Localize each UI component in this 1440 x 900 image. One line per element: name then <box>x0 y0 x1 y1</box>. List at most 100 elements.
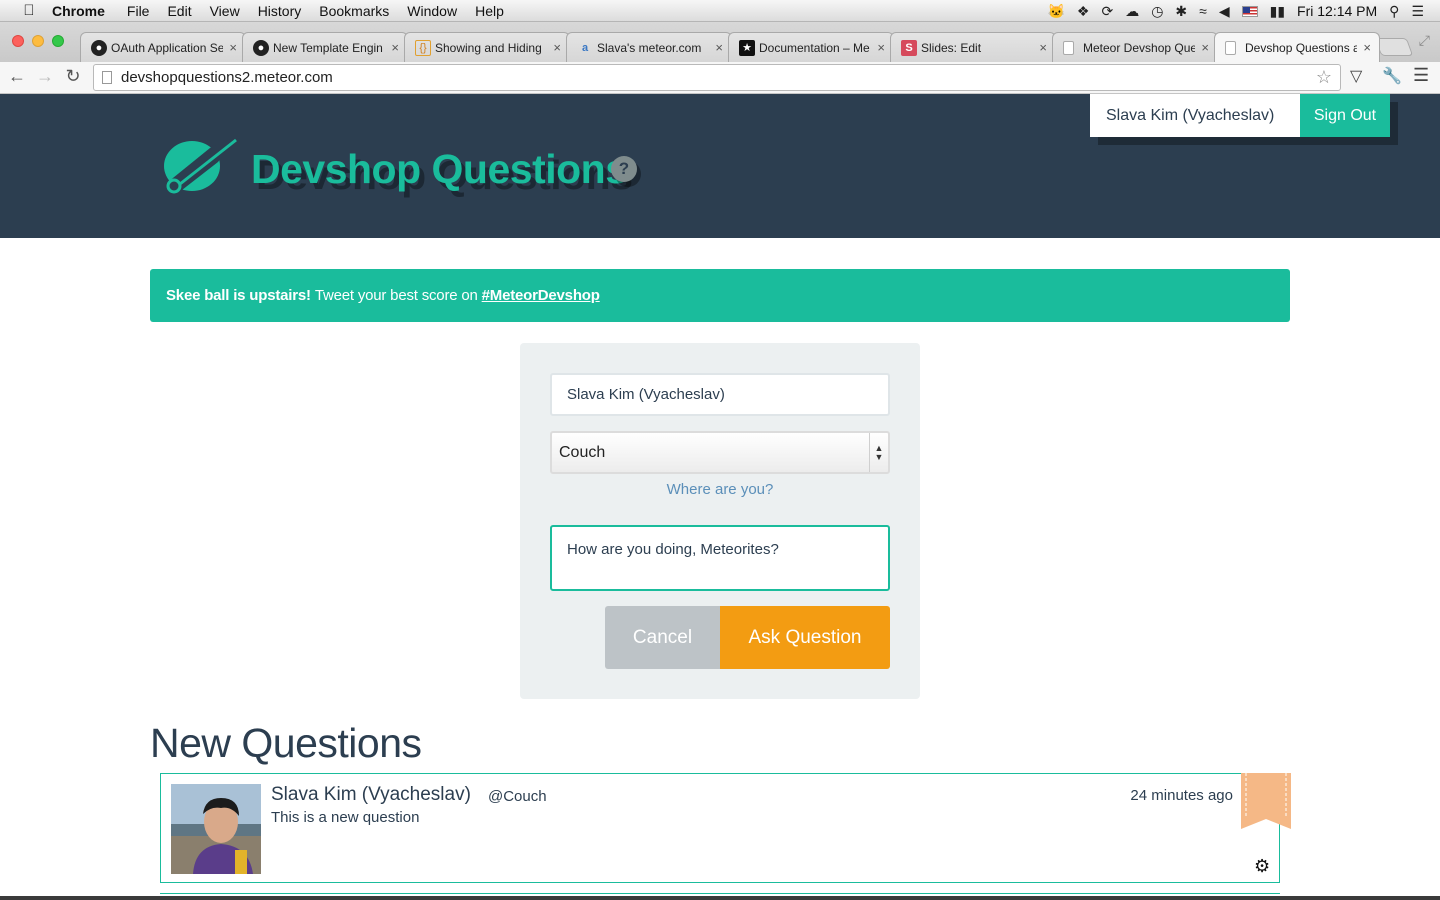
cloud-icon[interactable]: ☁ <box>1125 3 1139 20</box>
menu-window[interactable]: Window <box>407 3 457 19</box>
browser-tab-active[interactable]: Devshop Questions a × <box>1214 32 1380 62</box>
tab-label: Slava's meteor.com <box>597 40 702 55</box>
tab-label: Documentation – Me <box>759 40 870 55</box>
bluetooth-icon[interactable]: ✱ <box>1175 3 1187 20</box>
tab-close-icon[interactable]: × <box>229 40 237 55</box>
browser-tab[interactable]: ★ Documentation – Me × <box>728 32 894 62</box>
ask-question-form: Slava Kim (Vyacheslav) Couch ▲ ▼ Where ar… <box>520 343 920 699</box>
location-selected-value: Couch <box>559 443 606 461</box>
select-arrows-icon: ▲ ▼ <box>869 433 888 472</box>
close-window-button[interactable] <box>12 35 24 47</box>
status-area: 🐱 ❖ ⟳ ☁ ◷ ✱ ≈ ◀ ▮▮ Fri 12:14 PM ⚲ ☰ <box>1047 0 1424 22</box>
browser-tab[interactable]: ● OAuth Application Se × <box>80 32 246 62</box>
braces-icon: {} <box>415 39 431 56</box>
rocket-logo-icon[interactable] <box>160 136 240 196</box>
menu-file[interactable]: File <box>127 3 150 19</box>
notification-center-icon[interactable]: ☰ <box>1411 3 1424 20</box>
zoom-window-button[interactable] <box>52 35 64 47</box>
avatar <box>171 784 261 874</box>
browser-tab-strip: ● OAuth Application Se × ● New Template … <box>0 22 1440 62</box>
window-bottom-edge <box>0 896 1440 900</box>
tab-close-icon[interactable]: × <box>553 40 561 55</box>
menu-edit[interactable]: Edit <box>167 3 191 19</box>
meteor-icon: ★ <box>739 39 755 56</box>
user-name: Slava Kim (Vyacheslav) <box>1090 94 1300 137</box>
tab-label: Slides: Edit <box>921 40 982 55</box>
reload-icon[interactable]: ↻ <box>62 66 84 87</box>
spotlight-search-icon[interactable]: ⚲ <box>1389 3 1399 20</box>
hashtag-link[interactable]: #MeteorDevshop <box>482 287 600 304</box>
page-icon <box>1225 40 1236 55</box>
user-box: Slava Kim (Vyacheslav) Sign Out <box>1090 94 1390 137</box>
menu-help[interactable]: Help <box>475 3 504 19</box>
browser-tab[interactable]: Meteor Devshop Que × <box>1052 32 1218 62</box>
minimize-window-button[interactable] <box>32 35 44 47</box>
where-are-you-link[interactable]: Where are you? <box>520 481 920 498</box>
avatar-photo <box>171 784 261 874</box>
section-heading: New Questions <box>150 720 422 766</box>
tab-close-icon[interactable]: × <box>1201 40 1209 55</box>
new-tab-button[interactable] <box>1374 38 1414 56</box>
announcement-bold: Skee ball is upstairs! <box>166 287 311 304</box>
tab-close-icon[interactable]: × <box>391 40 399 55</box>
pocket-icon[interactable]: ▽ <box>1350 66 1362 86</box>
gear-icon[interactable]: ⚙ <box>1254 856 1270 877</box>
volume-icon[interactable]: ◀ <box>1219 3 1230 20</box>
question-author[interactable]: Slava Kim (Vyacheslav) <box>271 784 471 806</box>
apple-icon[interactable]:  <box>18 2 40 19</box>
github-icon: ● <box>253 39 269 56</box>
help-icon[interactable]: ? <box>611 156 637 182</box>
tab-close-icon[interactable]: × <box>1039 40 1047 55</box>
cancel-button[interactable]: Cancel <box>605 606 720 669</box>
browser-toolbar: ← → ↻ devshopquestions2.meteor.com ☆ ▽ 🔧… <box>0 62 1440 94</box>
cat-icon[interactable]: 🐱 <box>1047 3 1064 20</box>
browser-tab[interactable]: S Slides: Edit × <box>890 32 1056 62</box>
tab-label: New Template Engin <box>273 40 383 55</box>
wrench-icon[interactable]: 🔧 <box>1382 66 1402 86</box>
menu-app-chrome[interactable]: Chrome <box>52 3 105 19</box>
github-icon: ● <box>91 39 107 56</box>
page-icon <box>102 71 112 84</box>
name-field[interactable]: Slava Kim (Vyacheslav) <box>550 373 890 416</box>
question-text: This is a new question <box>271 809 420 826</box>
tab-close-icon[interactable]: × <box>877 40 885 55</box>
question-timestamp: 24 minutes ago <box>1130 787 1233 804</box>
input-source-flag-icon[interactable] <box>1241 5 1258 17</box>
browser-tab[interactable]: ● New Template Engin × <box>242 32 408 62</box>
sync-icon[interactable]: ⟳ <box>1101 3 1113 20</box>
announcement-text: Tweet your best score on <box>314 287 478 304</box>
wifi-icon[interactable]: ≈ <box>1199 3 1207 19</box>
clock[interactable]: Fri 12:14 PM <box>1297 3 1377 19</box>
tab-label: Showing and Hiding <box>435 40 542 55</box>
tab-label: Devshop Questions a <box>1245 40 1357 55</box>
tab-close-icon[interactable]: × <box>715 40 723 55</box>
ask-question-button[interactable]: Ask Question <box>720 606 890 669</box>
time-machine-icon[interactable]: ◷ <box>1151 3 1163 20</box>
dropbox-icon[interactable]: ❖ <box>1077 3 1090 20</box>
forward-arrow-icon[interactable]: → <box>34 66 56 87</box>
site-title[interactable]: Devshop Questions <box>251 146 628 193</box>
location-select[interactable]: Couch ▲ ▼ <box>550 431 890 474</box>
question-textarea[interactable]: How are you doing, Meteorites? <box>550 525 890 591</box>
menu-bookmarks[interactable]: Bookmarks <box>319 3 389 19</box>
url-text[interactable]: devshopquestions2.meteor.com <box>121 69 333 86</box>
bookmark-ribbon-icon[interactable] <box>1241 773 1291 829</box>
back-arrow-icon[interactable]: ← <box>6 66 28 87</box>
page-icon <box>1063 40 1074 55</box>
browser-tab[interactable]: {} Showing and Hiding × <box>404 32 570 62</box>
menu-history[interactable]: History <box>258 3 302 19</box>
tab-close-icon[interactable]: × <box>1363 40 1371 55</box>
battery-icon[interactable]: ▮▮ <box>1270 3 1285 20</box>
sign-out-button[interactable]: Sign Out <box>1300 94 1390 137</box>
question-location: @Couch <box>488 788 547 805</box>
menu-icon[interactable]: ☰ <box>1413 65 1429 86</box>
page-icon: a <box>581 41 589 54</box>
browser-tab[interactable]: a Slava's meteor.com × <box>566 32 732 62</box>
tab-label: OAuth Application Se <box>111 40 223 55</box>
fullscreen-icon[interactable]: ⤢ <box>1419 32 1430 49</box>
menu-view[interactable]: View <box>210 3 240 19</box>
site-header: Devshop Questions ? Slava Kim (Vyachesla… <box>0 94 1440 238</box>
os-menu-bar:  Chrome File Edit View History Bookmark… <box>0 0 1440 22</box>
address-bar[interactable]: devshopquestions2.meteor.com ☆ <box>93 64 1341 91</box>
bookmark-star-icon[interactable]: ☆ <box>1316 67 1332 88</box>
